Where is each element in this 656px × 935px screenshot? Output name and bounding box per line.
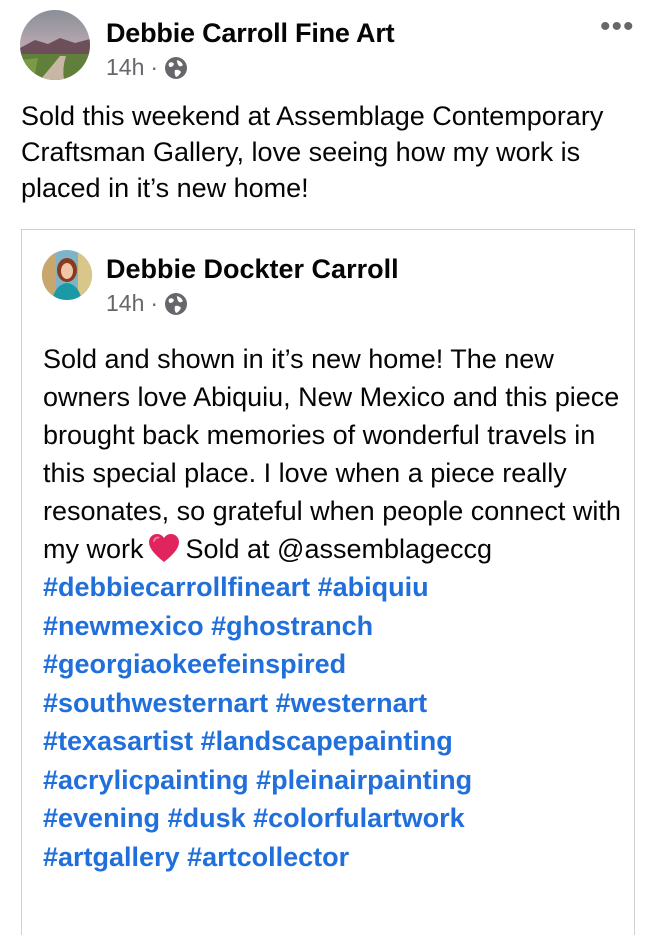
hashtag-link[interactable]: #georgiaokeefeinspired [43, 649, 346, 679]
hashtag-link[interactable]: #abiquiu [318, 572, 429, 602]
post-text: Sold this weekend at Assemblage Contempo… [21, 101, 604, 203]
post-header: Debbie Carroll Fine Art 14h · ••• [20, 10, 640, 84]
hashtag-line: #newmexico #ghostranch [43, 607, 623, 646]
hashtag-link[interactable]: #dusk [168, 803, 246, 833]
post-meta: 14h · [106, 54, 188, 81]
shared-post-card[interactable]: Debbie Dockter Carroll 14h · Sold and sh… [21, 229, 635, 935]
shared-post-body: Sold and shown in it’s new home! The new… [43, 340, 623, 876]
hashtag-link[interactable]: #artgallery [43, 842, 180, 872]
globe-icon [164, 56, 188, 80]
hashtag-line: #evening #dusk #colorfulartwork [43, 799, 623, 838]
hashtag-line: #acrylicpainting #pleinairpainting [43, 761, 623, 800]
globe-icon [164, 292, 188, 316]
hashtag-link[interactable]: #evening [43, 803, 160, 833]
meta-separator: · [150, 290, 159, 316]
hashtag-link[interactable]: #acrylicpainting [43, 765, 249, 795]
shared-author-name[interactable]: Debbie Dockter Carroll [106, 254, 399, 285]
shared-post-text: Sold and shown in it’s new home! The new… [43, 340, 623, 568]
hashtag-line: #georgiaokeefeinspired [43, 645, 623, 684]
hashtag-link[interactable]: #artcollector [187, 842, 349, 872]
post-time[interactable]: 14h [106, 54, 144, 81]
hashtag-line: #southwesternart #westernart [43, 684, 623, 723]
shared-text-main: Sold and shown in it’s new home! The new… [43, 344, 621, 564]
hashtag-link[interactable]: #southwesternart [43, 688, 268, 718]
more-options-icon[interactable]: ••• [600, 10, 635, 44]
hashtag-line: #texasartist #landscapepainting [43, 722, 623, 761]
shared-post-header: Debbie Dockter Carroll 14h · [42, 250, 602, 316]
author-avatar[interactable] [20, 10, 90, 80]
hashtag-link[interactable]: #westernart [276, 688, 428, 718]
hashtag-link[interactable]: #landscapepainting [201, 726, 453, 756]
hashtag-link[interactable]: #colorfulartwork [253, 803, 465, 833]
shared-author-avatar[interactable] [42, 250, 92, 300]
hashtag-list: #debbiecarrollfineart #abiquiu #newmexico… [43, 568, 623, 876]
hashtag-link[interactable]: #texasartist [43, 726, 193, 756]
author-name[interactable]: Debbie Carroll Fine Art [106, 18, 395, 49]
shared-post-meta: 14h · [106, 290, 188, 317]
shared-post-time[interactable]: 14h [106, 290, 144, 317]
hashtag-line: #debbiecarrollfineart #abiquiu [43, 568, 623, 607]
hashtag-link[interactable]: #debbiecarrollfineart [43, 572, 310, 602]
hashtag-link[interactable]: #ghostranch [211, 611, 373, 641]
red-heart-icon [148, 533, 180, 563]
hashtag-link[interactable]: #pleinairpainting [256, 765, 472, 795]
shared-text-after: Sold at @assemblageccg [185, 534, 493, 564]
hashtag-link[interactable]: #newmexico [43, 611, 204, 641]
meta-separator: · [150, 54, 159, 80]
hashtag-line: #artgallery #artcollector [43, 838, 623, 877]
